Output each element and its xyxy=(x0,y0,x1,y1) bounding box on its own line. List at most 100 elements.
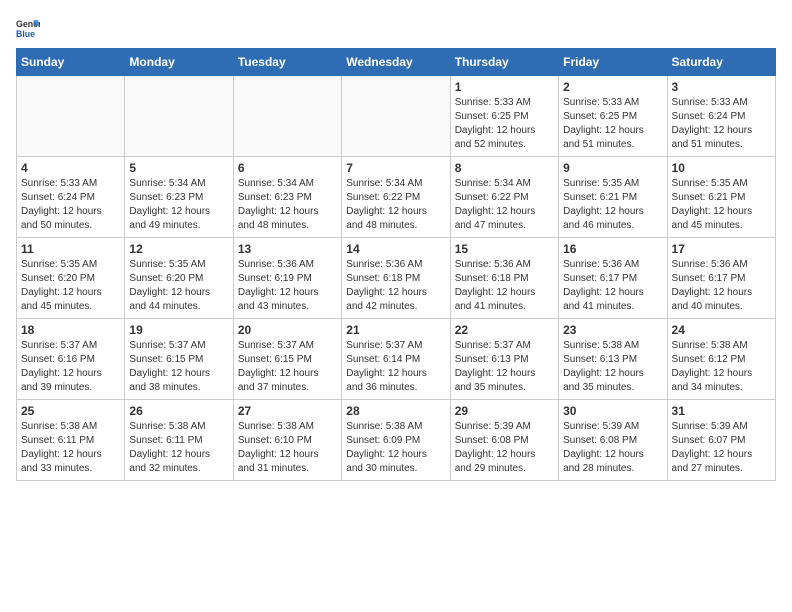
day-number: 15 xyxy=(455,242,554,256)
day-info: Sunrise: 5:38 AMSunset: 6:11 PMDaylight:… xyxy=(21,420,120,476)
day-header-monday: Monday xyxy=(125,49,233,76)
calendar-week-4: 18Sunrise: 5:37 AMSunset: 6:16 PMDayligh… xyxy=(17,319,776,400)
day-number: 23 xyxy=(563,323,662,337)
calendar-cell xyxy=(125,76,233,157)
calendar-table: SundayMondayTuesdayWednesdayThursdayFrid… xyxy=(16,48,776,481)
calendar-cell: 20 Sunrise: 5:37 AMSunset: 6:15 PMDayligh… xyxy=(233,319,341,400)
day-number: 19 xyxy=(129,323,228,337)
calendar-cell: 16 Sunrise: 5:36 AMSunset: 6:17 PMDayligh… xyxy=(559,238,667,319)
day-number: 28 xyxy=(346,404,445,418)
calendar-cell: 2 Sunrise: 5:33 AMSunset: 6:25 PMDaylight… xyxy=(559,76,667,157)
day-info: Sunrise: 5:35 AMSunset: 6:20 PMDaylight:… xyxy=(129,258,228,314)
calendar-cell xyxy=(17,76,125,157)
calendar-week-2: 4 Sunrise: 5:33 AMSunset: 6:24 PMDaylight… xyxy=(17,157,776,238)
calendar-cell: 22 Sunrise: 5:37 AMSunset: 6:13 PMDayligh… xyxy=(450,319,558,400)
day-number: 5 xyxy=(129,161,228,175)
calendar-cell: 7 Sunrise: 5:34 AMSunset: 6:22 PMDaylight… xyxy=(342,157,450,238)
calendar-cell: 23 Sunrise: 5:38 AMSunset: 6:13 PMDayligh… xyxy=(559,319,667,400)
calendar-cell: 27 Sunrise: 5:38 AMSunset: 6:10 PMDayligh… xyxy=(233,400,341,481)
calendar-cell: 1 Sunrise: 5:33 AMSunset: 6:25 PMDaylight… xyxy=(450,76,558,157)
day-info: Sunrise: 5:35 AMSunset: 6:21 PMDaylight:… xyxy=(672,177,771,233)
day-header-sunday: Sunday xyxy=(17,49,125,76)
day-header-wednesday: Wednesday xyxy=(342,49,450,76)
day-info: Sunrise: 5:36 AMSunset: 6:17 PMDaylight:… xyxy=(563,258,662,314)
day-header-thursday: Thursday xyxy=(450,49,558,76)
day-number: 9 xyxy=(563,161,662,175)
day-info: Sunrise: 5:38 AMSunset: 6:11 PMDaylight:… xyxy=(129,420,228,476)
day-info: Sunrise: 5:35 AMSunset: 6:21 PMDaylight:… xyxy=(563,177,662,233)
calendar-cell: 28Sunrise: 5:38 AMSunset: 6:09 PMDayligh… xyxy=(342,400,450,481)
calendar-cell: 10 Sunrise: 5:35 AMSunset: 6:21 PMDayligh… xyxy=(667,157,775,238)
day-number: 26 xyxy=(129,404,228,418)
day-info: Sunrise: 5:38 AMSunset: 6:10 PMDaylight:… xyxy=(238,420,337,476)
day-number: 1 xyxy=(455,80,554,94)
day-info: Sunrise: 5:37 AMSunset: 6:15 PMDaylight:… xyxy=(238,339,337,395)
day-info: Sunrise: 5:33 AMSunset: 6:24 PMDaylight:… xyxy=(672,96,771,152)
day-number: 29 xyxy=(455,404,554,418)
day-info: Sunrise: 5:33 AMSunset: 6:24 PMDaylight:… xyxy=(21,177,120,233)
day-info: Sunrise: 5:37 AMSunset: 6:14 PMDaylight:… xyxy=(346,339,445,395)
day-number: 17 xyxy=(672,242,771,256)
calendar-cell: 3 Sunrise: 5:33 AMSunset: 6:24 PMDaylight… xyxy=(667,76,775,157)
day-number: 25 xyxy=(21,404,120,418)
calendar-cell: 11Sunrise: 5:35 AMSunset: 6:20 PMDayligh… xyxy=(17,238,125,319)
day-info: Sunrise: 5:34 AMSunset: 6:23 PMDaylight:… xyxy=(129,177,228,233)
day-info: Sunrise: 5:34 AMSunset: 6:22 PMDaylight:… xyxy=(455,177,554,233)
calendar-cell: 4 Sunrise: 5:33 AMSunset: 6:24 PMDaylight… xyxy=(17,157,125,238)
calendar-cell: 5 Sunrise: 5:34 AMSunset: 6:23 PMDaylight… xyxy=(125,157,233,238)
calendar-cell: 8 Sunrise: 5:34 AMSunset: 6:22 PMDaylight… xyxy=(450,157,558,238)
calendar-cell: 15Sunrise: 5:36 AMSunset: 6:18 PMDayligh… xyxy=(450,238,558,319)
day-info: Sunrise: 5:34 AMSunset: 6:22 PMDaylight:… xyxy=(346,177,445,233)
day-number: 10 xyxy=(672,161,771,175)
calendar-cell: 25 Sunrise: 5:38 AMSunset: 6:11 PMDayligh… xyxy=(17,400,125,481)
day-number: 4 xyxy=(21,161,120,175)
day-info: Sunrise: 5:39 AMSunset: 6:08 PMDaylight:… xyxy=(455,420,554,476)
day-info: Sunrise: 5:36 AMSunset: 6:18 PMDaylight:… xyxy=(346,258,445,314)
calendar-cell: 12Sunrise: 5:35 AMSunset: 6:20 PMDayligh… xyxy=(125,238,233,319)
day-info: Sunrise: 5:38 AMSunset: 6:13 PMDaylight:… xyxy=(563,339,662,395)
day-header-friday: Friday xyxy=(559,49,667,76)
logo: General Blue xyxy=(16,16,40,40)
day-number: 14 xyxy=(346,242,445,256)
day-header-saturday: Saturday xyxy=(667,49,775,76)
calendar-week-1: 1 Sunrise: 5:33 AMSunset: 6:25 PMDaylight… xyxy=(17,76,776,157)
calendar-cell: 9 Sunrise: 5:35 AMSunset: 6:21 PMDaylight… xyxy=(559,157,667,238)
day-number: 24 xyxy=(672,323,771,337)
day-info: Sunrise: 5:36 AMSunset: 6:19 PMDaylight:… xyxy=(238,258,337,314)
svg-text:Blue: Blue xyxy=(16,29,35,39)
day-number: 16 xyxy=(563,242,662,256)
day-number: 6 xyxy=(238,161,337,175)
calendar-week-5: 25 Sunrise: 5:38 AMSunset: 6:11 PMDayligh… xyxy=(17,400,776,481)
day-info: Sunrise: 5:37 AMSunset: 6:13 PMDaylight:… xyxy=(455,339,554,395)
day-number: 13 xyxy=(238,242,337,256)
calendar-week-3: 11Sunrise: 5:35 AMSunset: 6:20 PMDayligh… xyxy=(17,238,776,319)
day-info: Sunrise: 5:37 AMSunset: 6:16 PMDaylight:… xyxy=(21,339,120,395)
calendar-cell: 19 Sunrise: 5:37 AMSunset: 6:15 PMDayligh… xyxy=(125,319,233,400)
day-number: 20 xyxy=(238,323,337,337)
calendar-header-row: SundayMondayTuesdayWednesdayThursdayFrid… xyxy=(17,49,776,76)
day-info: Sunrise: 5:33 AMSunset: 6:25 PMDaylight:… xyxy=(455,96,554,152)
logo-icon: General Blue xyxy=(16,16,40,40)
day-number: 22 xyxy=(455,323,554,337)
header: General Blue xyxy=(16,16,776,40)
day-number: 2 xyxy=(563,80,662,94)
day-info: Sunrise: 5:39 AMSunset: 6:07 PMDaylight:… xyxy=(672,420,771,476)
calendar-cell: 29 Sunrise: 5:39 AMSunset: 6:08 PMDayligh… xyxy=(450,400,558,481)
day-number: 31 xyxy=(672,404,771,418)
day-info: Sunrise: 5:36 AMSunset: 6:17 PMDaylight:… xyxy=(672,258,771,314)
day-number: 7 xyxy=(346,161,445,175)
calendar-cell xyxy=(233,76,341,157)
day-number: 27 xyxy=(238,404,337,418)
day-number: 30 xyxy=(563,404,662,418)
day-info: Sunrise: 5:39 AMSunset: 6:08 PMDaylight:… xyxy=(563,420,662,476)
day-info: Sunrise: 5:34 AMSunset: 6:23 PMDaylight:… xyxy=(238,177,337,233)
calendar-cell: 14 Sunrise: 5:36 AMSunset: 6:18 PMDayligh… xyxy=(342,238,450,319)
day-number: 3 xyxy=(672,80,771,94)
calendar-cell: 17 Sunrise: 5:36 AMSunset: 6:17 PMDayligh… xyxy=(667,238,775,319)
day-info: Sunrise: 5:37 AMSunset: 6:15 PMDaylight:… xyxy=(129,339,228,395)
day-info: Sunrise: 5:38 AMSunset: 6:12 PMDaylight:… xyxy=(672,339,771,395)
calendar-cell: 31 Sunrise: 5:39 AMSunset: 6:07 PMDayligh… xyxy=(667,400,775,481)
day-number: 8 xyxy=(455,161,554,175)
day-number: 21 xyxy=(346,323,445,337)
day-info: Sunrise: 5:33 AMSunset: 6:25 PMDaylight:… xyxy=(563,96,662,152)
